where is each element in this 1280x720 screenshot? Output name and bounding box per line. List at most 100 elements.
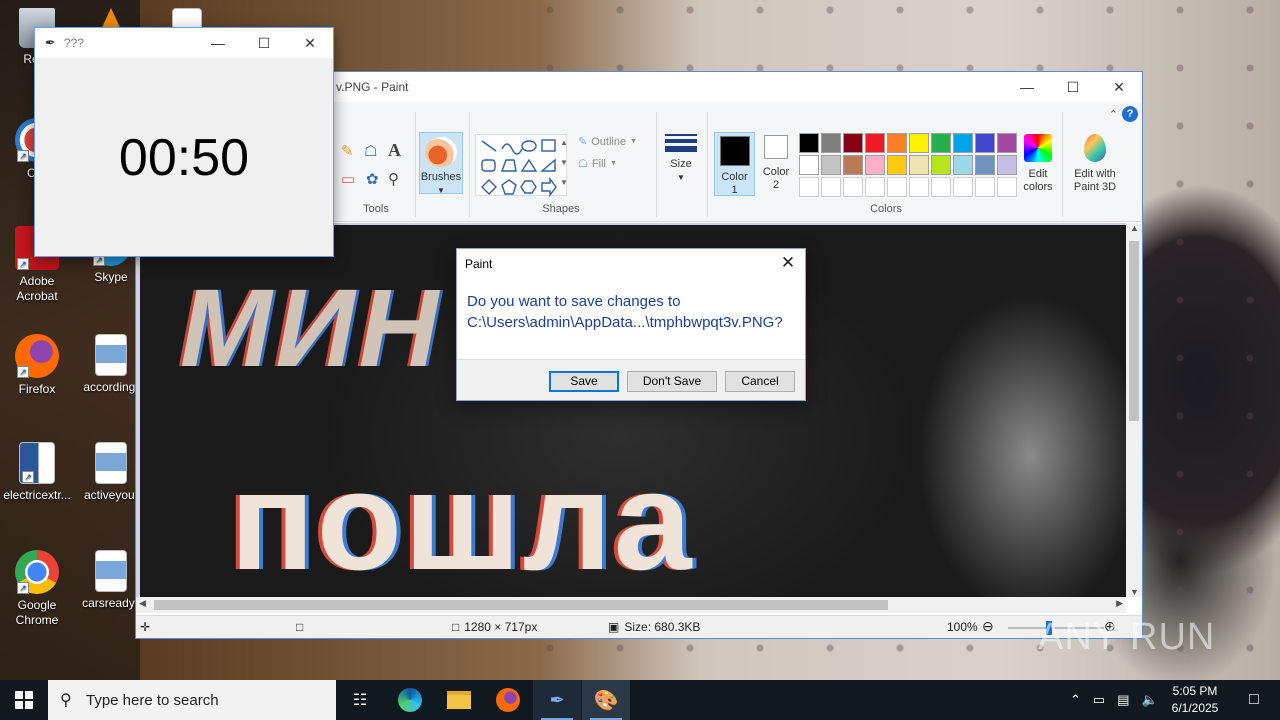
scroll-left-icon[interactable]: ◀ bbox=[139, 598, 146, 609]
desktop-icon-electricextr[interactable]: ↗ electricextr... bbox=[0, 442, 74, 503]
save-changes-dialog[interactable]: Paint ✕ Do you want to save changes to C… bbox=[456, 248, 806, 401]
shapes-scroll-down-icon[interactable]: ▼ bbox=[560, 158, 568, 167]
outline-button[interactable]: ✎ Outline ▼ bbox=[578, 135, 637, 149]
brushes-label: Brushes bbox=[420, 171, 462, 183]
palette-swatch[interactable] bbox=[821, 155, 841, 175]
taskbar-timer-app[interactable]: ✒ bbox=[533, 680, 581, 720]
palette-swatch[interactable] bbox=[799, 133, 819, 153]
palette-swatch[interactable] bbox=[997, 155, 1017, 175]
palette-swatch[interactable] bbox=[931, 133, 951, 153]
close-button[interactable]: ✕ bbox=[287, 28, 333, 58]
palette-swatch[interactable] bbox=[931, 155, 951, 175]
taskbar-edge[interactable] bbox=[386, 680, 434, 720]
palette-swatch[interactable] bbox=[865, 155, 885, 175]
clock-date: 6/1/2025 bbox=[1171, 701, 1219, 715]
save-button[interactable]: Save bbox=[549, 371, 619, 392]
desktop-icon-google-chrome[interactable]: ↗ Google Chrome bbox=[0, 550, 74, 628]
color1-label: Color 1 bbox=[721, 171, 748, 196]
dont-save-button[interactable]: Don't Save bbox=[627, 371, 717, 392]
palette-swatch[interactable] bbox=[887, 133, 907, 153]
taskbar-file-explorer[interactable] bbox=[435, 680, 483, 720]
scroll-right-icon[interactable]: ▶ bbox=[1116, 598, 1123, 609]
maximize-button[interactable]: ☐ bbox=[241, 28, 287, 58]
horizontal-scrollbar[interactable]: ◀ ▶ bbox=[136, 597, 1126, 613]
vertical-scroll-thumb[interactable] bbox=[1129, 241, 1139, 421]
tablet-icon[interactable]: ▭ bbox=[1093, 692, 1105, 708]
horizontal-scroll-thumb[interactable] bbox=[154, 600, 888, 610]
color-picker-icon[interactable]: ✿ bbox=[366, 170, 379, 188]
volume-muted-icon[interactable]: 🔈 bbox=[1142, 692, 1158, 708]
ribbon-separator bbox=[1062, 112, 1063, 217]
palette-swatch[interactable] bbox=[887, 155, 907, 175]
custom-color-swatch[interactable] bbox=[843, 177, 863, 197]
palette-swatch[interactable] bbox=[953, 155, 973, 175]
scroll-up-icon[interactable]: ▲ bbox=[1130, 223, 1139, 233]
color2-button[interactable]: Color 2 bbox=[758, 135, 794, 192]
custom-color-swatch[interactable] bbox=[821, 177, 841, 197]
paint-palette-icon: 🎨 bbox=[593, 689, 619, 712]
cancel-button[interactable]: Cancel bbox=[725, 371, 795, 392]
palette-swatch[interactable] bbox=[909, 133, 929, 153]
magnifier-icon[interactable]: ⚲ bbox=[388, 170, 399, 188]
color1-button[interactable]: Color 1 bbox=[714, 132, 755, 196]
start-button[interactable] bbox=[0, 680, 48, 720]
palette-swatch[interactable] bbox=[821, 133, 841, 153]
palette-swatch[interactable] bbox=[997, 133, 1017, 153]
minimize-button[interactable]: — bbox=[195, 28, 241, 58]
shapes-gallery[interactable] bbox=[475, 134, 567, 198]
dialog-close-button[interactable]: ✕ bbox=[777, 253, 799, 273]
palette-swatch[interactable] bbox=[975, 155, 995, 175]
scroll-down-icon[interactable]: ▼ bbox=[1130, 587, 1139, 597]
zoom-out-icon[interactable]: ⊖ bbox=[982, 618, 994, 635]
edit-colors-button[interactable]: Edit colors bbox=[1018, 134, 1058, 194]
palette-swatch[interactable] bbox=[953, 133, 973, 153]
close-button[interactable]: ✕ bbox=[1096, 72, 1142, 102]
custom-color-swatch[interactable] bbox=[953, 177, 973, 197]
shapes-scroll-up-icon[interactable]: ▲ bbox=[560, 138, 568, 147]
action-center-button[interactable]: □ bbox=[1230, 680, 1278, 720]
palette-swatch[interactable] bbox=[799, 155, 819, 175]
edit-with-paint3d-button[interactable]: Edit with Paint 3D bbox=[1068, 134, 1122, 194]
minimize-button[interactable]: — bbox=[1004, 72, 1050, 102]
custom-color-swatch[interactable] bbox=[887, 177, 907, 197]
size-button[interactable]: Size ▼ bbox=[662, 134, 700, 184]
taskbar-paint[interactable]: 🎨 bbox=[582, 680, 630, 720]
taskbar-clock[interactable]: 5:05 PM 6/1/2025 bbox=[1162, 683, 1228, 717]
custom-color-swatch[interactable] bbox=[997, 177, 1017, 197]
pencil-icon[interactable]: ✎ bbox=[341, 142, 354, 160]
fill-bucket-icon[interactable]: ☖ bbox=[364, 142, 377, 160]
desktop-icon-label: Adobe Acrobat bbox=[16, 274, 58, 303]
palette-swatch[interactable] bbox=[909, 155, 929, 175]
custom-color-swatch[interactable] bbox=[975, 177, 995, 197]
custom-color-swatch[interactable] bbox=[865, 177, 885, 197]
chevron-up-icon[interactable]: ⌃ bbox=[1070, 692, 1081, 708]
maximize-button[interactable]: ☐ bbox=[1050, 72, 1096, 102]
palette-swatch[interactable] bbox=[975, 133, 995, 153]
palette-swatch[interactable] bbox=[843, 133, 863, 153]
taskbar-firefox[interactable] bbox=[484, 680, 532, 720]
paint-window-title: v.PNG - Paint bbox=[336, 80, 409, 94]
palette-swatch[interactable] bbox=[865, 133, 885, 153]
palette-swatch[interactable] bbox=[843, 155, 863, 175]
custom-color-swatch[interactable] bbox=[931, 177, 951, 197]
vertical-scrollbar[interactable]: ▲ ▼ bbox=[1126, 223, 1142, 597]
shapes-expand-icon[interactable]: ▼ bbox=[560, 178, 568, 187]
brushes-button[interactable]: Brushes ▼ bbox=[419, 132, 463, 195]
network-icon[interactable]: ▤ bbox=[1117, 692, 1129, 708]
desktop-icon-label: Firefox bbox=[18, 382, 56, 396]
eraser-icon[interactable]: ▭ bbox=[341, 170, 355, 188]
fill-button[interactable]: ☖ Fill ▼ bbox=[578, 157, 617, 171]
task-view-button[interactable]: ☷ bbox=[336, 680, 384, 720]
timer-title-bar[interactable]: ✒ ??? — ☐ ✕ bbox=[35, 28, 333, 58]
desktop-icon-firefox[interactable]: ↗ Firefox bbox=[0, 334, 74, 397]
fill-label: Fill bbox=[591, 157, 606, 170]
collapse-ribbon-icon[interactable]: ⌃ bbox=[1109, 108, 1118, 121]
ribbon-separator bbox=[656, 112, 657, 217]
taskbar-search-box[interactable]: ⚲ Type here to search bbox=[48, 680, 336, 720]
size-label: Size bbox=[670, 158, 692, 170]
help-icon[interactable]: ? bbox=[1122, 106, 1138, 122]
text-tool-icon[interactable]: A bbox=[388, 140, 401, 161]
timer-window[interactable]: ✒ ??? — ☐ ✕ 00:50 bbox=[34, 27, 334, 257]
custom-color-swatch[interactable] bbox=[909, 177, 929, 197]
custom-color-swatch[interactable] bbox=[799, 177, 819, 197]
